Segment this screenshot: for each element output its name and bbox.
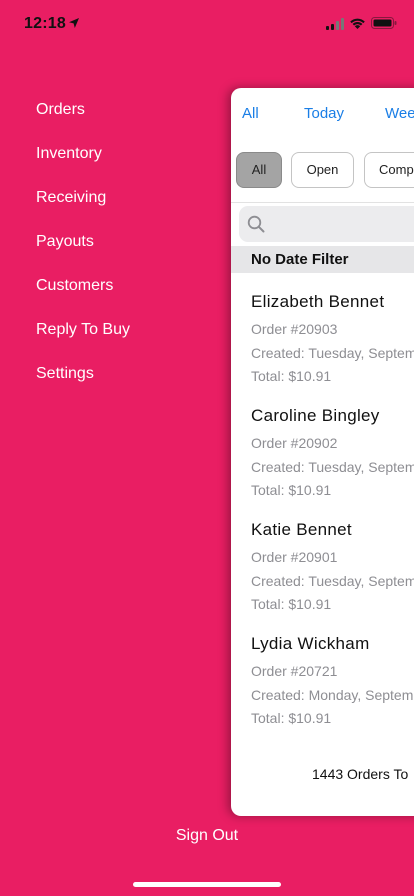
order-row[interactable]: Caroline Bingley Order #20902 Created: T… (231, 406, 414, 520)
tab-week[interactable]: Wee (385, 105, 414, 122)
search-input[interactable] (239, 206, 414, 242)
order-created-date: Created: Monday, Septem (251, 687, 414, 703)
order-created-date: Created: Tuesday, Septem (251, 459, 414, 475)
order-number: Order #20902 (251, 435, 338, 451)
wifi-icon (350, 18, 365, 29)
order-created-date: Created: Tuesday, Septem (251, 345, 414, 361)
status-bar: 12:18 (0, 0, 414, 48)
search-icon (247, 215, 265, 233)
tab-today[interactable]: Today (304, 105, 344, 122)
customer-name: Katie Bennet (251, 520, 352, 539)
home-indicator (133, 882, 281, 887)
menu-item-receiving[interactable]: Receiving (36, 186, 130, 230)
divider (231, 202, 414, 203)
tab-all[interactable]: All (242, 105, 259, 122)
status-time: 12:18 (24, 15, 66, 32)
menu-item-settings[interactable]: Settings (36, 362, 130, 406)
order-number: Order #20901 (251, 549, 338, 565)
date-tabs: All Today Wee (231, 88, 414, 138)
section-header-label: No Date Filter (251, 251, 349, 268)
customer-name: Caroline Bingley (251, 406, 380, 425)
side-menu: Orders Inventory Receiving Payouts Custo… (36, 98, 130, 406)
filter-completed-button[interactable]: Comp (364, 152, 414, 188)
orders-count: 1443 Orders To (312, 766, 409, 782)
order-total: Total: $10.91 (251, 710, 332, 726)
menu-item-customers[interactable]: Customers (36, 274, 130, 318)
menu-item-inventory[interactable]: Inventory (36, 142, 130, 186)
filter-open-button[interactable]: Open (291, 152, 354, 188)
order-row[interactable]: Lydia Wickham Order #20721 Created: Mond… (231, 634, 414, 748)
status-filter-bar: All Open Comp (231, 152, 414, 190)
location-arrow-icon (69, 18, 79, 28)
app-screen: 12:18 Orders Inventory Receiving Payouts… (0, 0, 414, 896)
order-number: Order #20721 (251, 663, 338, 679)
cellular-signal-icon (326, 18, 344, 30)
order-created-date: Created: Tuesday, Septem (251, 573, 414, 589)
menu-item-orders[interactable]: Orders (36, 98, 130, 142)
sign-out-button[interactable]: Sign Out (0, 827, 414, 845)
order-row[interactable]: Katie Bennet Order #20901 Created: Tuesd… (231, 520, 414, 634)
filter-all-button[interactable]: All (236, 152, 282, 188)
order-total: Total: $10.91 (251, 368, 332, 384)
order-number: Order #20903 (251, 321, 338, 337)
order-row[interactable]: Elizabeth Bennet Order #20903 Created: T… (231, 292, 414, 406)
orders-panel[interactable]: All Today Wee All Open Comp No Date Filt… (231, 88, 414, 816)
customer-name: Elizabeth Bennet (251, 292, 385, 311)
order-total: Total: $10.91 (251, 596, 332, 612)
menu-item-payouts[interactable]: Payouts (36, 230, 130, 274)
customer-name: Lydia Wickham (251, 634, 370, 653)
menu-item-reply-to-buy[interactable]: Reply To Buy (36, 318, 130, 362)
section-header: No Date Filter (231, 246, 414, 273)
battery-icon (371, 17, 397, 29)
order-total: Total: $10.91 (251, 482, 332, 498)
